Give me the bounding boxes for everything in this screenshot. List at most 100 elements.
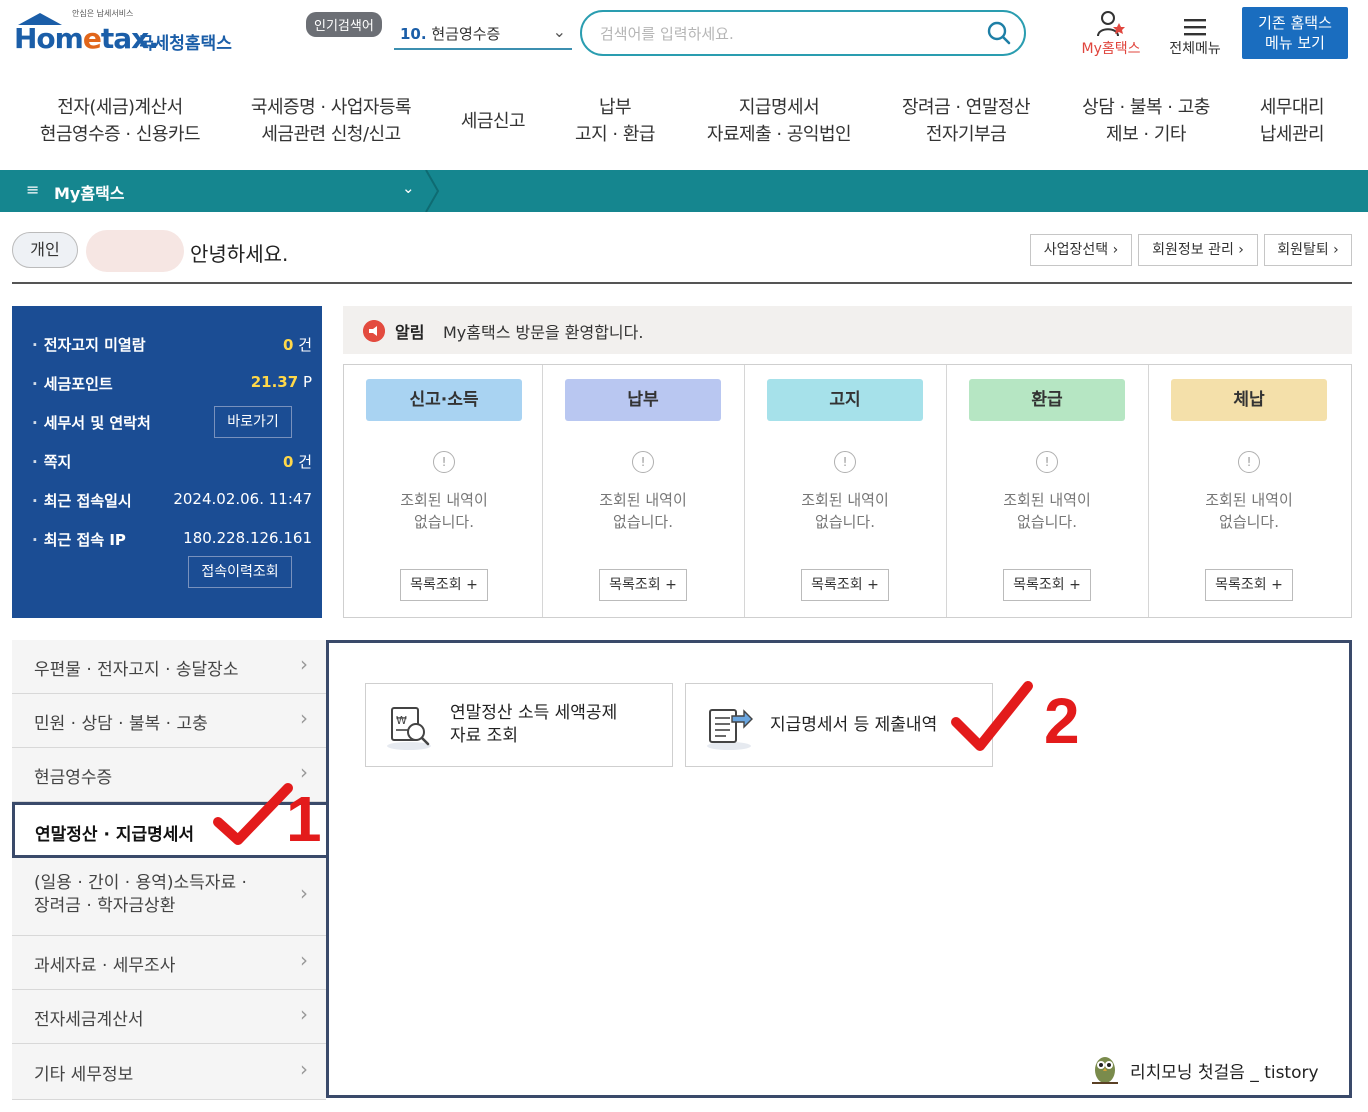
chevron-right-icon: ›	[300, 948, 308, 972]
gnb-item-tax-report[interactable]: 세금신고	[448, 108, 538, 135]
chevron-right-icon: ›	[300, 881, 308, 905]
logo-nts-text: 국세청홈택스	[138, 34, 232, 54]
menu-icon: ≡	[26, 180, 40, 199]
chevron-right-icon: ›	[300, 706, 308, 730]
info-row-last-ip: 최근 접속 IP 180.228.126.161	[32, 525, 312, 553]
hometax-logo[interactable]: 안심은 납세서비스 Hometax. 국세청홈택스	[14, 8, 244, 58]
gnb-item-tax-agent[interactable]: 세무대리 납세관리	[1244, 94, 1340, 148]
alert-bar: 알림 My홈택스 방문을 환영합니다.	[343, 306, 1352, 354]
gnb-item-certificate[interactable]: 국세증명 · 사업자등록 세금관련 신청/신고	[236, 94, 426, 148]
checkmark-annotation-2-icon	[951, 681, 1033, 751]
goto-button[interactable]: 바로가기	[214, 406, 292, 438]
side-item-tax-audit[interactable]: 과세자료 · 세무조사 ›	[12, 936, 326, 990]
annotation-number-2: 2	[1044, 685, 1080, 757]
greeting-row: 개인 안녕하세요. 사업장선택 › 회원정보 관리 › 회원탈퇴 ›	[0, 228, 1368, 282]
checkmark-annotation-1-icon	[213, 783, 293, 845]
exclamation-icon: !	[632, 451, 654, 473]
card-title: 고지	[767, 379, 923, 421]
all-menu-link[interactable]: 전체메뉴	[1162, 8, 1228, 58]
annotation-number-1: 1	[286, 783, 322, 855]
card-empty-text: 조회된 내역이 없습니다.	[599, 491, 687, 531]
chevron-right-icon: ›	[300, 1057, 308, 1081]
gnb-item-payment-statement[interactable]: 지급명세서 자료제출 · 공익법인	[694, 94, 864, 148]
card-empty-text: 조회된 내역이 없습니다.	[1205, 491, 1293, 531]
exclamation-icon: !	[1036, 451, 1058, 473]
legacy-menu-line2: 메뉴 보기	[1265, 34, 1325, 52]
payment-statement-submission-card[interactable]: 지급명세서 등 제출내역	[685, 683, 993, 767]
list-view-button[interactable]: 목록조회 +	[400, 569, 488, 601]
list-view-button[interactable]: 목록조회 +	[1003, 569, 1091, 601]
svg-text:₩: ₩	[396, 714, 407, 727]
year-end-deduction-card[interactable]: ₩ 연말정산 소득 세액공제 자료 조회	[365, 683, 673, 767]
user-info-panel: 전자고지 미열람 0 건 세금포인트 21.37 P 세무서 및 연락처 바로가…	[12, 306, 322, 618]
side-menu: 우편물 · 전자고지 · 송달장소 › 민원 · 상담 · 불복 · 고충 › 현금…	[12, 640, 326, 1100]
side-item-income-data[interactable]: (일용 · 간이 · 용역)소득자료 · 장려금 · 학자금상환 ›	[12, 858, 326, 936]
doc-submit-icon	[707, 709, 753, 750]
watermark-text: 리치모닝 첫걸음 _ tistory	[1130, 1063, 1319, 1083]
popular-rank: 10.	[400, 25, 427, 43]
info-row-last-login: 최근 접속일시 2024.02.06. 11:47	[32, 486, 312, 514]
card-title: 납부	[565, 379, 721, 421]
submenu-panel: ₩ 연말정산 소득 세액공제 자료 조회 지급명세서 등 제출내역	[326, 640, 1352, 1098]
user-star-icon	[1097, 11, 1125, 37]
status-card-notice: 고지 ! 조회된 내역이 없습니다. 목록조회 +	[745, 365, 947, 617]
my-hometax-link[interactable]: My홈택스	[1074, 8, 1148, 58]
chevron-down-icon: ⌄	[552, 22, 566, 41]
card-label: 연말정산 소득 세액공제 자료 조회	[450, 703, 618, 746]
chevron-right-icon: ›	[300, 652, 308, 676]
search-icon[interactable]	[986, 20, 1012, 46]
gnb-item-e-invoice[interactable]: 전자(세금)계산서 현금영수증 · 신용카드	[30, 94, 210, 148]
greeting-text: 안녕하세요.	[190, 242, 289, 266]
search-box	[580, 10, 1026, 56]
status-card-report: 신고·소득 ! 조회된 내역이 없습니다. 목록조회 +	[344, 365, 543, 617]
card-title: 신고·소득	[366, 379, 522, 421]
chevron-down-icon: ⌄	[402, 179, 415, 197]
side-item-mail[interactable]: 우편물 · 전자고지 · 송달장소 ›	[12, 640, 326, 694]
side-item-e-invoice[interactable]: 전자세금계산서 ›	[12, 990, 326, 1044]
info-row-message[interactable]: 쪽지 0 건	[32, 447, 312, 475]
status-card-payment: 납부 ! 조회된 내역이 없습니다. 목록조회 +	[543, 365, 745, 617]
popular-search-badge: 인기검색어	[306, 12, 382, 37]
info-row-unread-notice[interactable]: 전자고지 미열람 0 건	[32, 330, 312, 358]
doc-search-icon: ₩	[387, 707, 431, 750]
access-history-button[interactable]: 접속이력조회	[188, 556, 292, 588]
list-view-button[interactable]: 목록조회 +	[599, 569, 687, 601]
my-hometax-label: My홈택스	[1081, 41, 1141, 57]
top-header: 안심은 납세서비스 Hometax. 국세청홈택스 인기검색어 10. 현금영수…	[0, 0, 1368, 70]
side-item-civil[interactable]: 민원 · 상담 · 불복 · 고충 ›	[12, 694, 326, 748]
member-info-button[interactable]: 회원정보 관리 ›	[1138, 234, 1258, 266]
list-view-button[interactable]: 목록조회 +	[801, 569, 889, 601]
legacy-menu-line1: 기존 홈택스	[1258, 14, 1332, 32]
bar-title: My홈택스	[54, 184, 125, 203]
card-empty-text: 조회된 내역이 없습니다.	[1003, 491, 1091, 531]
withdraw-button[interactable]: 회원탈퇴 ›	[1264, 234, 1352, 266]
owl-icon	[1092, 1057, 1118, 1084]
list-view-button[interactable]: 목록조회 +	[1205, 569, 1293, 601]
gnb-item-year-end[interactable]: 장려금 · 연말정산 전자기부금	[888, 94, 1044, 148]
legacy-menu-button[interactable]: 기존 홈택스 메뉴 보기	[1242, 7, 1348, 59]
side-item-etc[interactable]: 기타 세무정보 ›	[12, 1044, 326, 1100]
divider	[12, 282, 1352, 284]
all-menu-label: 전체메뉴	[1169, 41, 1221, 57]
business-select-button[interactable]: 사업장선택 ›	[1030, 234, 1132, 266]
status-cards: 신고·소득 ! 조회된 내역이 없습니다. 목록조회 + 납부 ! 조회된 내역이…	[343, 364, 1352, 618]
gnb-item-payment[interactable]: 납부 고지 · 환급	[560, 94, 670, 148]
status-card-arrears: 체납 ! 조회된 내역이 없습니다. 목록조회 +	[1149, 365, 1351, 617]
chevron-right-icon: ›	[300, 760, 308, 784]
member-type-badge: 개인	[12, 232, 78, 268]
card-label: 지급명세서 등 제출내역	[770, 715, 938, 735]
exclamation-icon: !	[834, 451, 856, 473]
search-input[interactable]	[600, 22, 980, 46]
exclamation-icon: !	[433, 451, 455, 473]
alert-message: My홈택스 방문을 환영합니다.	[443, 323, 644, 342]
separator-chevron-icon	[425, 170, 440, 212]
gnb-item-consult[interactable]: 상담 · 불복 · 고충 제보 · 기타	[1066, 94, 1226, 148]
alert-label: 알림	[395, 323, 425, 342]
megaphone-icon	[363, 320, 385, 342]
status-card-refund: 환급 ! 조회된 내역이 없습니다. 목록조회 +	[947, 365, 1149, 617]
popular-search-select[interactable]: 10. 현금영수증 ⌄	[394, 18, 572, 50]
info-row-tax-point[interactable]: 세금포인트 21.37 P	[32, 369, 312, 397]
logo-tagline: 안심은 납세서비스	[72, 9, 134, 18]
my-hometax-bar[interactable]: ≡ My홈택스 ⌄	[0, 170, 1368, 212]
user-name-redacted	[86, 230, 184, 272]
